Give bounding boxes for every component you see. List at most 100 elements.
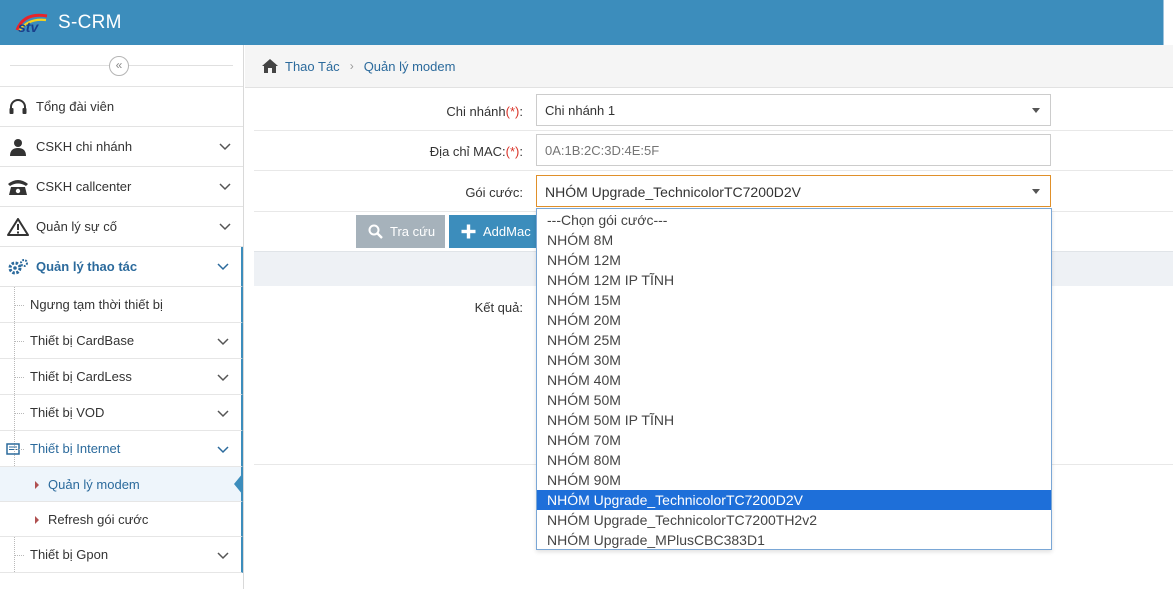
mac-label-text: Địa chỉ MAC:: [429, 144, 506, 159]
add-mac-button-label: AddMac: [483, 224, 531, 239]
chevron-down-icon: [217, 338, 229, 346]
dropdown-option[interactable]: ---Chọn gói cước---: [537, 210, 1051, 230]
dropdown-option[interactable]: NHÓM Upgrade_MPlusCBC383D1: [537, 530, 1051, 550]
sidebar-item-label: CSKH callcenter: [36, 179, 132, 194]
telephone-icon: [0, 178, 36, 196]
search-icon: [368, 224, 383, 239]
dropdown-option[interactable]: NHÓM 50M IP TĨNH: [537, 410, 1051, 430]
package-dropdown-list[interactable]: ---Chọn gói cước--- NHÓM 8M NHÓM 12M NHÓM 1…: [536, 208, 1052, 550]
branch-select[interactable]: Chi nhánh 1: [536, 94, 1051, 126]
chevron-down-icon: [219, 183, 231, 191]
svg-text:stv: stv: [18, 19, 39, 34]
sidebar-subitem-refresh-goi-cuoc[interactable]: Refresh gói cước: [0, 502, 243, 537]
mac-input[interactable]: [536, 134, 1051, 166]
sidebar-subitem-cardless[interactable]: Thiết bị CardLess: [0, 359, 243, 395]
warning-icon: [0, 217, 36, 236]
sidebar-subitem-vod[interactable]: Thiết bị VOD: [0, 395, 243, 431]
sidebar-subitem-label: Quản lý modem: [48, 476, 140, 492]
row-divider: [254, 130, 1173, 131]
sidebar-subitem-label: Ngưng tạm thời thiết bị: [30, 297, 163, 312]
dropdown-option[interactable]: NHÓM 25M: [537, 330, 1051, 350]
sidebar-subitem-label: Thiết bị VOD: [30, 405, 105, 420]
sidebar-item-quan-ly-thao-tac[interactable]: Quản lý thao tác: [0, 247, 243, 287]
top-header: stv S-CRM: [0, 0, 1173, 45]
chevron-down-icon: [219, 223, 231, 231]
caret-right-icon: [35, 516, 39, 524]
app-title: S-CRM: [58, 12, 122, 33]
gears-icon: [0, 258, 36, 276]
breadcrumb: Thao Tác › Quản lý modem: [245, 45, 1173, 88]
chevron-down-icon: [217, 446, 229, 454]
sidebar-subitem-internet[interactable]: Thiết bị Internet: [0, 431, 243, 467]
caret-down-icon: [1032, 189, 1040, 194]
dropdown-option[interactable]: NHÓM 30M: [537, 350, 1051, 370]
sidebar-submenu: Ngưng tạm thời thiết bị Thiết bị CardBas…: [0, 287, 243, 573]
dropdown-option[interactable]: NHÓM 80M: [537, 450, 1051, 470]
sidebar-collapse-button[interactable]: «: [109, 56, 129, 76]
branch-label-text: Chi nhánh: [446, 104, 506, 119]
headset-icon: [0, 98, 36, 116]
dropdown-option[interactable]: NHÓM 12M: [537, 250, 1051, 270]
sidebar-subitem-gpon[interactable]: Thiết bị Gpon: [0, 537, 243, 573]
user-icon: [0, 138, 36, 156]
header-edge: [1163, 0, 1173, 45]
sidebar-item-label: Quản lý sự cố: [36, 219, 117, 234]
chevron-down-icon: [217, 263, 229, 271]
colon: :: [519, 144, 523, 159]
chevron-down-icon: [217, 410, 229, 418]
required-mark: (*): [505, 144, 520, 159]
dropdown-option[interactable]: NHÓM 8M: [537, 230, 1051, 250]
colon: :: [519, 104, 523, 119]
branch-label: Chi nhánh(*):: [446, 104, 523, 119]
caret-down-icon: [1032, 108, 1040, 113]
caret-right-icon: [35, 481, 39, 489]
search-button-label: Tra cứu: [390, 224, 436, 239]
dropdown-option[interactable]: NHÓM 40M: [537, 370, 1051, 390]
sidebar-item-cskh-callcenter[interactable]: CSKH callcenter: [0, 167, 243, 207]
result-label: Kết quả:: [474, 300, 523, 315]
sidebar-subitem-label: Thiết bị CardBase: [30, 333, 135, 348]
selected-indicator: [234, 473, 243, 495]
dropdown-option[interactable]: NHÓM 70M: [537, 430, 1051, 450]
required-mark: (*): [505, 104, 520, 119]
breadcrumb-current-link[interactable]: Quản lý modem: [364, 59, 456, 74]
sidebar-subitem-label: Refresh gói cước: [48, 511, 149, 527]
sidebar-item-quan-ly-su-co[interactable]: Quản lý sự cố: [0, 207, 243, 247]
sidebar: « Tổng đài viên CSKH chi nhánh CSKH call…: [0, 45, 244, 589]
chevron-down-icon: [217, 374, 229, 382]
sidebar-item-label: CSKH chi nhánh: [36, 139, 133, 154]
add-mac-button[interactable]: AddMac: [449, 215, 537, 248]
sidebar-subitem-quan-ly-modem[interactable]: Quản lý modem: [0, 467, 243, 502]
chevron-down-icon: [219, 143, 231, 151]
package-label: Gói cước:: [465, 185, 523, 200]
chevron-right-icon: ›: [349, 59, 354, 73]
mac-label: Địa chỉ MAC:(*):: [430, 144, 523, 159]
sidebar-subitem-label: Thiết bị Internet: [30, 441, 121, 456]
package-select-value: NHÓM Upgrade_TechnicolorTC7200D2V: [545, 184, 802, 200]
dropdown-option[interactable]: NHÓM 15M: [537, 290, 1051, 310]
sidebar-item-tong-dai-vien[interactable]: Tổng đài viên: [0, 87, 243, 127]
breadcrumb-root-link[interactable]: Thao Tác: [285, 59, 340, 74]
sidebar-item-cskh-chi-nhanh[interactable]: CSKH chi nhánh: [0, 127, 243, 167]
chevron-down-icon: [217, 552, 229, 560]
dropdown-option[interactable]: NHÓM 50M: [537, 390, 1051, 410]
row-divider: [254, 170, 1173, 171]
plus-icon: [461, 224, 476, 239]
dropdown-option[interactable]: NHÓM 12M IP TĨNH: [537, 270, 1051, 290]
dropdown-option[interactable]: NHÓM Upgrade_TechnicolorTC7200D2V: [537, 490, 1051, 510]
sidebar-subitem-label: Thiết bị CardLess: [30, 369, 132, 384]
logo-icon: stv: [15, 13, 48, 34]
home-icon[interactable]: [261, 58, 279, 74]
sidebar-subitem-cardbase[interactable]: Thiết bị CardBase: [0, 323, 243, 359]
monitor-icon: [6, 443, 20, 455]
sidebar-collapse-row: «: [0, 45, 243, 87]
package-select[interactable]: NHÓM Upgrade_TechnicolorTC7200D2V: [536, 175, 1051, 207]
dropdown-option[interactable]: NHÓM 20M: [537, 310, 1051, 330]
search-button[interactable]: Tra cứu: [356, 215, 445, 248]
sidebar-item-label: Tổng đài viên: [36, 99, 115, 114]
sidebar-subitem-ngung-tam-thoi[interactable]: Ngưng tạm thời thiết bị: [0, 287, 243, 323]
sidebar-subitem-label: Thiết bị Gpon: [30, 547, 109, 562]
sidebar-item-label: Quản lý thao tác: [36, 259, 138, 274]
dropdown-option[interactable]: NHÓM Upgrade_TechnicolorTC7200TH2v2: [537, 510, 1051, 530]
dropdown-option[interactable]: NHÓM 90M: [537, 470, 1051, 490]
